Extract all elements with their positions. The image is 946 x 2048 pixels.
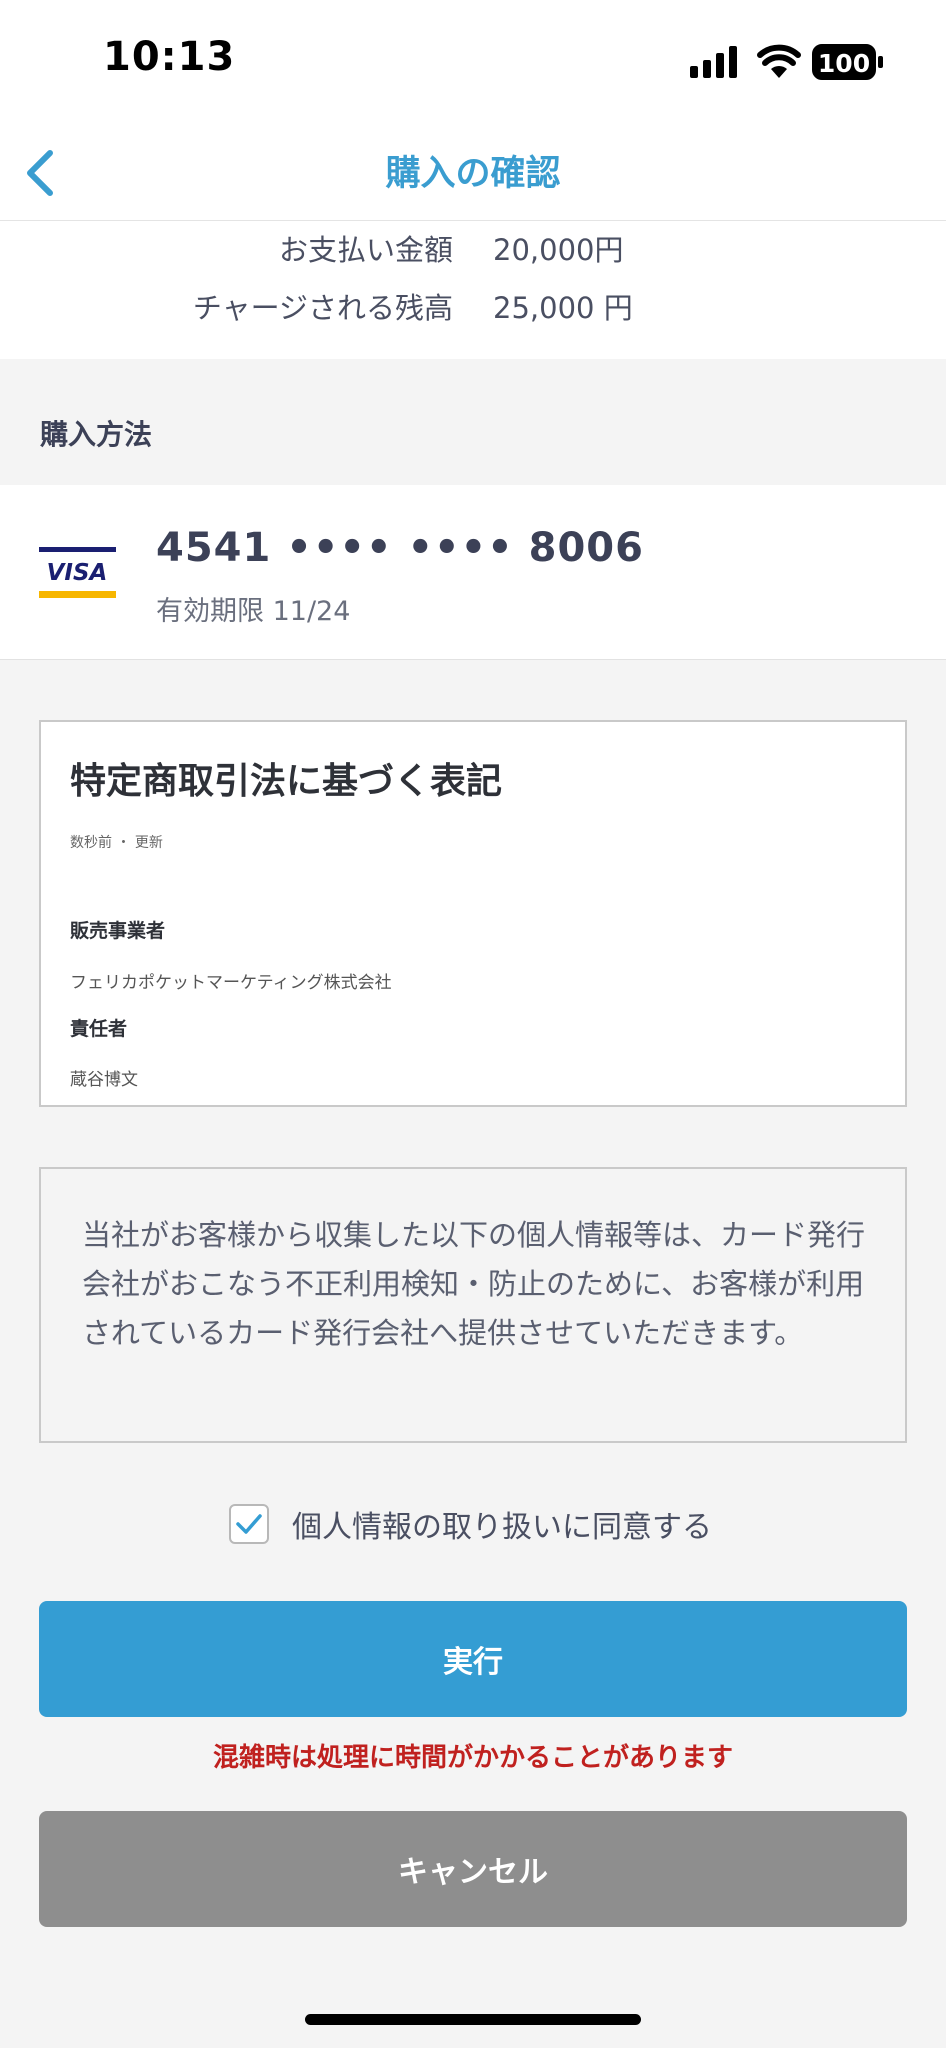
seller-heading: 販売事業者 xyxy=(70,920,166,942)
home-indicator[interactable] xyxy=(305,2014,641,2025)
privacy-notice-text: 当社がお客様から収集した以下の個人情報等は、カード発行会社がおこなう不正利用検知… xyxy=(82,1218,866,1350)
legal-updated: 数秒前 ・ 更新 xyxy=(70,835,163,851)
page-title: 購入の確認 xyxy=(385,154,561,194)
card-number: 4541 •••• •••• 8006 xyxy=(156,525,644,571)
status-time: 10:13 xyxy=(103,34,236,80)
cancel-button[interactable]: キャンセル xyxy=(39,1811,907,1927)
amount-summary: お支払い金額 20,000円 チャージされる残高 25,000 円 xyxy=(0,221,946,359)
payment-amount-label: お支払い金額 xyxy=(278,233,453,267)
svg-text:VISA: VISA xyxy=(47,560,108,586)
status-bar: 10:13 100 xyxy=(0,0,946,125)
responsible-person-name: 蔵谷博文 xyxy=(70,1070,138,1090)
privacy-notice: 当社がお客様から収集した以下の個人情報等は、カード発行会社がおこなう不正利用検知… xyxy=(39,1167,907,1443)
purchase-method-heading: 購入方法 xyxy=(40,418,153,451)
legal-title: 特定商取引法に基づく表記 xyxy=(70,761,503,802)
responsible-person-heading: 責任者 xyxy=(70,1018,128,1040)
charge-balance-value: 25,000 円 xyxy=(493,291,633,325)
privacy-consent-checkbox[interactable] xyxy=(229,1504,269,1544)
privacy-consent-checkbox-row[interactable]: 個人情報の取り扱いに同意する xyxy=(229,1500,712,1548)
payment-amount-value: 20,000円 xyxy=(493,233,624,267)
cellular-signal-icon xyxy=(690,46,737,78)
congestion-warning: 混雑時は処理に時間がかかることがあります xyxy=(212,1743,733,1773)
payment-card-row[interactable]: VISA 4541 •••• •••• 8006 有効期限 11/24 xyxy=(0,485,946,660)
charge-balance-label: チャージされる残高 xyxy=(192,291,453,325)
visa-logo-icon: VISA xyxy=(39,547,116,598)
battery-icon: 100 xyxy=(812,44,884,84)
seller-name: フェリカポケットマーケティング株式会社 xyxy=(70,973,392,993)
battery-level: 100 xyxy=(818,49,870,78)
card-expiry: 有効期限 11/24 xyxy=(156,596,351,627)
navigation-bar: 購入の確認 xyxy=(0,125,946,221)
checkmark-icon xyxy=(236,1514,262,1534)
execute-button[interactable]: 実行 xyxy=(39,1601,907,1717)
wifi-icon xyxy=(757,44,801,78)
commercial-transactions-notice[interactable]: 特定商取引法に基づく表記 数秒前 ・ 更新 販売事業者 フェリカポケットマーケテ… xyxy=(39,720,907,1107)
privacy-consent-label: 個人情報の取り扱いに同意する xyxy=(292,1510,712,1545)
